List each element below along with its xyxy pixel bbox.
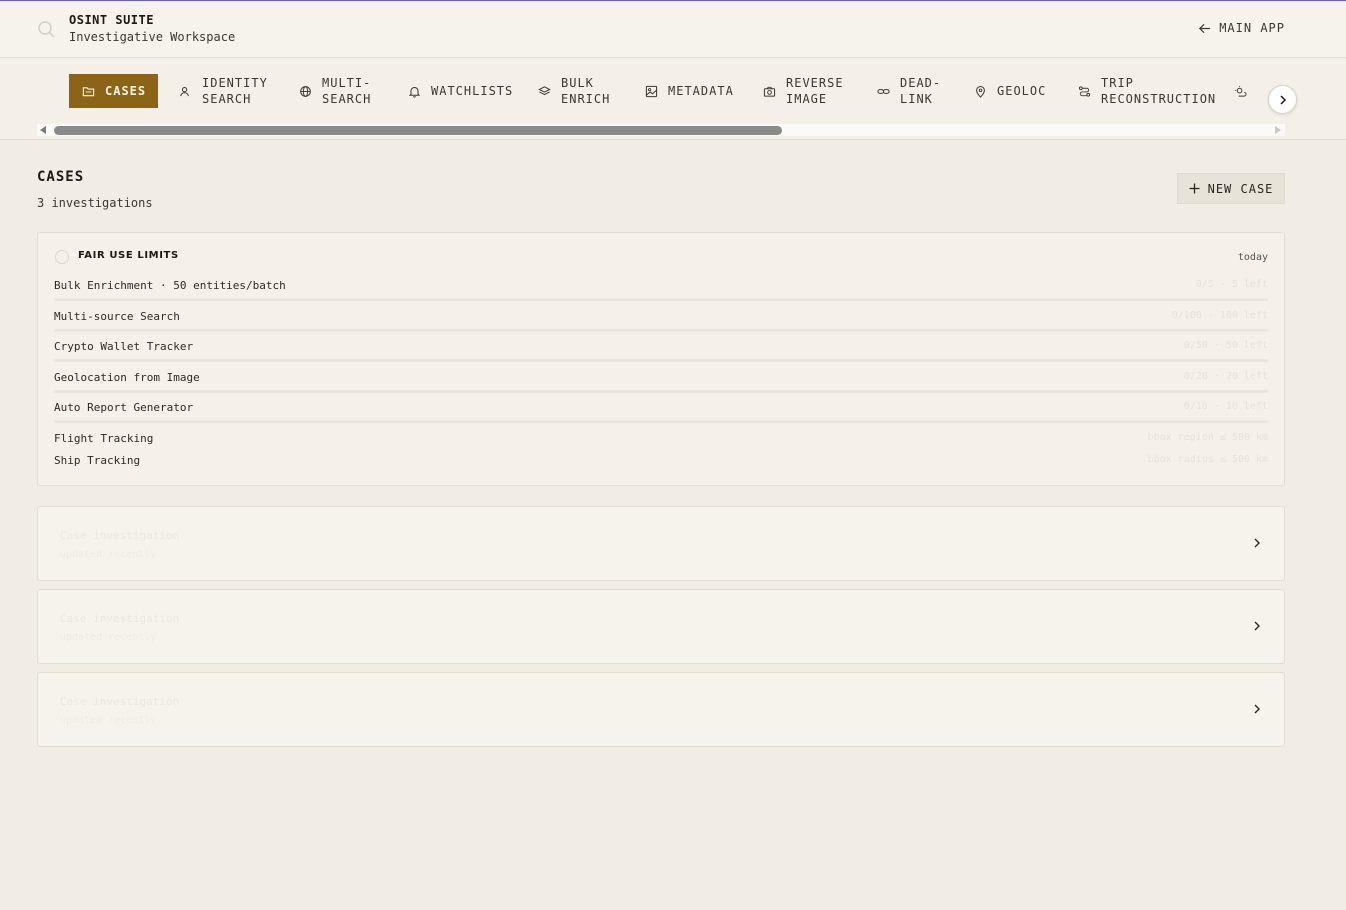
tab-cases[interactable]: CASES (69, 74, 158, 108)
tab-identity-search[interactable]: IDENTITY SEARCH (167, 74, 287, 108)
tab-label: BULK ENRICH (561, 76, 611, 106)
limit-progress-bar (54, 298, 1268, 301)
tabs-scroll-right-button[interactable] (1268, 85, 1297, 114)
tab-reverse-image[interactable]: REVERSE IMAGE (751, 74, 865, 108)
tab-bar: CASES IDENTITY SEARCH MULTI- SEARCH WATC… (0, 58, 1346, 140)
limit-label: Auto Report Generator (54, 401, 194, 414)
limit-progress-bar (54, 359, 1268, 362)
tab-label: METADATA (668, 84, 734, 98)
limit-progress-bar (54, 329, 1268, 332)
case-meta: updated recently (60, 632, 157, 643)
limits-title: FAIR USE LIMITS (78, 250, 179, 261)
tab-label: DEAD- LINK (900, 76, 942, 106)
limit-label: Multi-source Search (54, 310, 180, 323)
app-header: OSINT SUITE Investigative Workspace MAIN… (0, 1, 1346, 58)
tab-label: REVERSE IMAGE (786, 76, 844, 106)
map-pin-icon (976, 85, 985, 98)
link-icon (877, 88, 890, 94)
search-icon (38, 21, 55, 38)
tab-trip-reconstruction[interactable]: TRIP RECONSTRUCTION (1066, 74, 1226, 108)
case-card[interactable]: Case investigation updated recently (37, 589, 1285, 664)
case-card[interactable]: Case investigation updated recently (37, 672, 1285, 747)
main-app-link[interactable]: MAIN APP (1198, 21, 1285, 35)
main-app-label: MAIN APP (1219, 21, 1285, 35)
tab-metadata[interactable]: METADATA (633, 74, 751, 108)
limit-usage: 0/50 · 50 left (1183, 340, 1268, 351)
app-subtitle: Investigative Workspace (69, 30, 236, 44)
tab-partial[interactable] (1226, 74, 1247, 108)
tab-watchlists[interactable]: WATCHLISTS (396, 74, 526, 108)
page-subtitle: 3 investigations (37, 196, 153, 210)
limit-label: Geolocation from Image (54, 371, 200, 384)
limit-usage: 0/5 · 5 left (1195, 279, 1268, 290)
chevron-right-icon (1254, 704, 1260, 714)
case-meta: updated recently (60, 715, 157, 726)
case-card[interactable]: Case investigation updated recently (37, 506, 1285, 581)
limit-usage: bbox region ≤ 500 km (1147, 432, 1268, 443)
limit-progress-bar (54, 420, 1268, 423)
tab-dead-link[interactable]: DEAD- LINK (865, 74, 962, 108)
limit-usage: 0/20 · 20 left (1183, 371, 1268, 382)
case-name: Case investigation (60, 529, 180, 542)
tab-list: CASES IDENTITY SEARCH MULTI- SEARCH WATC… (69, 74, 1247, 108)
arrow-left-icon (1199, 23, 1211, 33)
tab-label: WATCHLISTS (431, 84, 514, 98)
bell-icon (408, 86, 421, 98)
image-icon (645, 85, 658, 97)
app-title: OSINT SUITE (69, 13, 154, 27)
tab-label: CASES (105, 84, 147, 98)
tab-label: GEOLOC (997, 84, 1047, 98)
case-name: Case investigation (60, 612, 180, 625)
info-icon (55, 250, 69, 264)
tab-label: TRIP RECONSTRUCTION (1101, 76, 1217, 106)
scrollbar-thumb[interactable] (54, 126, 782, 135)
limit-label: Ship Tracking (54, 454, 141, 467)
route-icon (1078, 85, 1091, 97)
limit-usage: 0/10 · 10 left (1183, 401, 1268, 412)
tab-bulk-enrich[interactable]: BULK ENRICH (526, 74, 633, 108)
limits-updated: today (1237, 252, 1268, 263)
limit-label: Flight Tracking (54, 432, 154, 445)
chevron-right-icon (1254, 538, 1260, 548)
user-search-icon (180, 86, 189, 96)
limit-usage: bbox radius ≤ 500 km (1147, 454, 1268, 465)
tab-geoloc[interactable]: GEOLOC (962, 74, 1066, 108)
scroll-right-arrow[interactable] (1275, 126, 1281, 134)
chevron-right-icon (1254, 621, 1260, 631)
weather-icon (1234, 85, 1247, 97)
limit-label: Bulk Enrichment · 50 entities/batch (54, 279, 286, 292)
limit-progress-bar (54, 390, 1268, 393)
globe-icon (300, 85, 311, 97)
tab-multi-search[interactable]: MULTI- SEARCH (287, 74, 392, 108)
camera-icon (763, 86, 776, 97)
tab-label: IDENTITY SEARCH (202, 76, 268, 106)
new-case-button[interactable]: NEW CASE (1177, 173, 1285, 204)
case-name: Case investigation (60, 695, 180, 708)
limit-usage: 0/100 · 100 left (1171, 310, 1268, 321)
chevron-right-icon (1279, 94, 1286, 105)
new-case-label: NEW CASE (1207, 181, 1274, 196)
scroll-left-arrow[interactable] (40, 126, 46, 134)
limit-label: Crypto Wallet Tracker (54, 340, 194, 353)
plus-icon (1189, 183, 1200, 194)
tab-label: MULTI- SEARCH (322, 76, 372, 106)
layers-icon (538, 85, 551, 95)
page-title: CASES (37, 169, 85, 185)
case-meta: updated recently (60, 549, 157, 560)
fair-use-limits-card: FAIR USE LIMITS today Bulk Enrichment · … (37, 232, 1285, 486)
folder-icon (82, 86, 95, 96)
tabs-horizontal-scrollbar[interactable] (37, 124, 1285, 136)
